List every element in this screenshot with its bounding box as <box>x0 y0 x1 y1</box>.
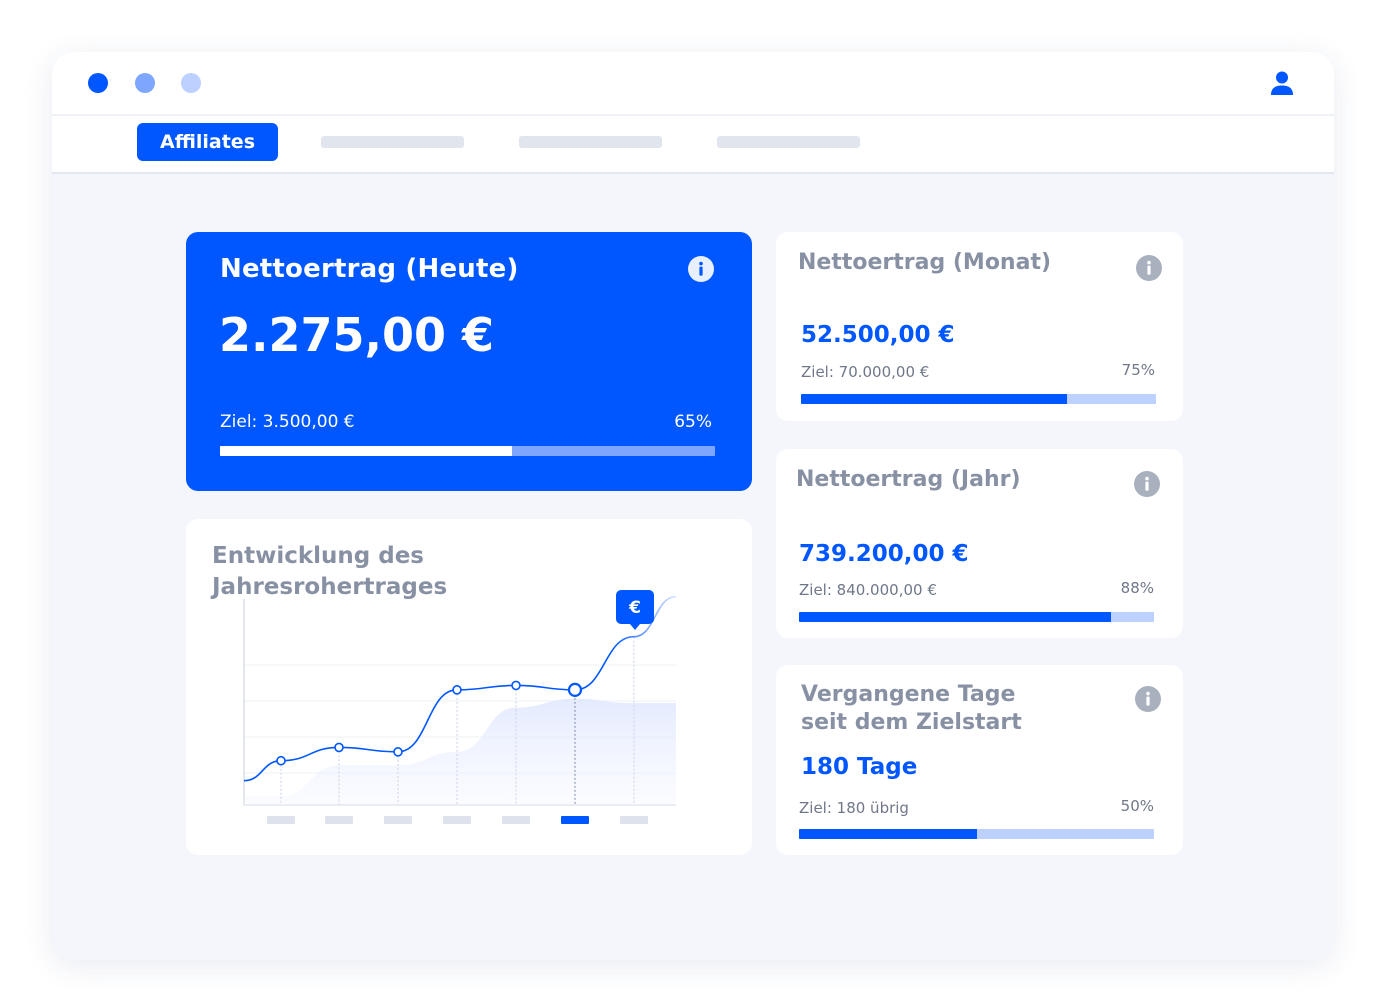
area-series <box>244 698 676 805</box>
percent-label: 65% <box>674 412 712 432</box>
close-window-button[interactable] <box>88 73 108 93</box>
tab-affiliates[interactable]: Affiliates <box>137 123 278 161</box>
user-icon[interactable] <box>1270 70 1294 96</box>
data-point <box>276 755 286 766</box>
data-point <box>511 680 521 691</box>
card-title-line: seit dem Zielstart <box>801 710 1022 735</box>
x-tick-label <box>325 816 353 824</box>
card-value: 2.275,00 € <box>219 308 495 362</box>
progress-fill <box>801 394 1068 404</box>
percent-label: 50% <box>1120 797 1154 815</box>
percent-label: 75% <box>1121 361 1155 379</box>
info-icon[interactable] <box>1136 255 1162 281</box>
progress-fill <box>220 446 513 456</box>
progress-bar <box>799 829 1154 839</box>
tab-placeholder[interactable] <box>321 136 464 148</box>
x-tick-label <box>502 816 530 824</box>
progress-fill <box>799 829 977 839</box>
euro-badge-label: € <box>628 598 641 618</box>
euro-badge-pointer <box>630 624 640 630</box>
progress-bar <box>220 446 715 456</box>
info-icon[interactable] <box>1134 471 1160 497</box>
goal-label: Ziel: 70.000,00 € <box>801 363 930 381</box>
app-window: Affiliates Nettoertrag (Heute) 2.275,00 … <box>52 52 1334 960</box>
minimize-window-button[interactable] <box>135 73 155 93</box>
info-icon[interactable] <box>688 256 714 282</box>
net-income-today-card: Nettoertrag (Heute) 2.275,00 € Ziel: 3.5… <box>186 232 752 491</box>
goal-label: Ziel: 180 übrig <box>799 799 909 817</box>
tab-placeholder[interactable] <box>717 136 860 148</box>
elapsed-days-card: Vergangene Tage seit dem Zielstart 180 T… <box>776 665 1183 855</box>
card-title: Vergangene Tage seit dem Zielstart <box>801 681 1022 737</box>
card-title-line: Vergangene Tage <box>801 682 1016 707</box>
goal-label: Ziel: 840.000,00 € <box>799 581 937 599</box>
info-icon[interactable] <box>1135 686 1161 712</box>
tab-placeholder[interactable] <box>519 136 662 148</box>
net-income-year-card: Nettoertrag (Jahr) 739.200,00 € Ziel: 84… <box>776 449 1183 638</box>
card-title: Nettoertrag (Monat) <box>798 250 1052 275</box>
x-tick-label <box>620 816 648 824</box>
card-value: 52.500,00 € <box>801 322 955 348</box>
data-point <box>334 742 344 753</box>
card-value: 739.200,00 € <box>799 541 969 567</box>
card-title: Nettoertrag (Heute) <box>220 254 519 284</box>
data-point <box>452 685 462 695</box>
nav-bar: Affiliates <box>52 116 1334 174</box>
title-bar <box>52 52 1334 116</box>
card-value: 180 Tage <box>801 754 918 780</box>
data-point <box>567 682 583 697</box>
progress-bar <box>801 394 1156 404</box>
percent-label: 88% <box>1120 579 1154 597</box>
net-income-month-card: Nettoertrag (Monat) 52.500,00 € Ziel: 70… <box>776 232 1183 421</box>
line-chart: € <box>243 590 677 824</box>
x-tick-label <box>267 816 295 824</box>
x-tick-label <box>384 816 412 824</box>
progress-bar <box>799 612 1154 622</box>
maximize-window-button[interactable] <box>181 73 201 93</box>
data-point <box>393 747 403 757</box>
revenue-chart-card: Entwicklung des Jahresrohertrages € <box>186 519 752 855</box>
goal-label: Ziel: 3.500,00 € <box>220 412 355 432</box>
card-title: Nettoertrag (Jahr) <box>796 467 1021 492</box>
x-tick-label <box>561 816 589 824</box>
x-tick-label <box>443 816 471 824</box>
progress-fill <box>799 612 1112 622</box>
